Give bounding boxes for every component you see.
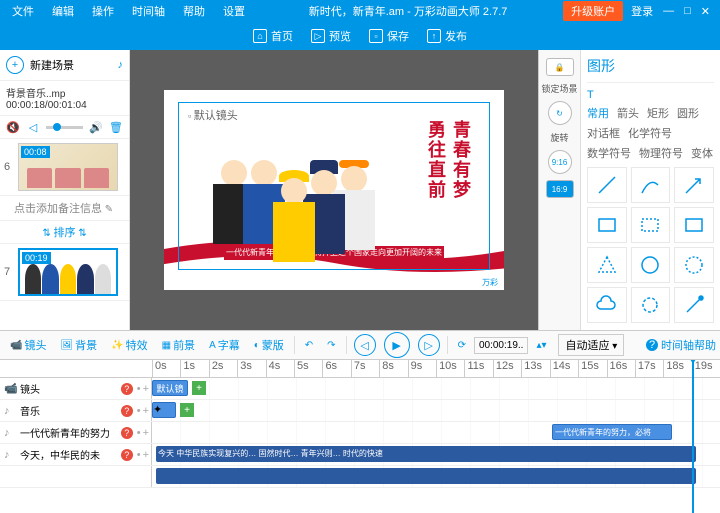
prev-frame-icon[interactable]: ◁ xyxy=(354,334,376,356)
home-icon: ⌂ xyxy=(253,29,267,43)
cat-rect[interactable]: 矩形 xyxy=(647,105,669,121)
lens-label: ▫ 默认镜头 xyxy=(184,106,242,124)
menu-timeline[interactable]: 时间轴 xyxy=(124,0,173,22)
rotate-label: 旋转 xyxy=(550,131,568,144)
ratio-916-button[interactable]: 9:16 xyxy=(548,150,572,174)
undo-icon[interactable]: ↶ xyxy=(299,336,319,355)
logo: 万彩 xyxy=(482,277,498,288)
main-menu: 文件 编辑 操作 时间轴 帮助 设置 xyxy=(4,0,253,22)
add-lens-icon[interactable]: + xyxy=(192,381,206,395)
minimize-icon[interactable]: — xyxy=(663,5,674,18)
add-note-link[interactable]: 点击添加备注信息 ✎ xyxy=(0,196,129,220)
shape-circle[interactable] xyxy=(631,247,671,283)
lock-scene-icon[interactable]: 🔒 xyxy=(546,58,574,76)
shape-arrow[interactable] xyxy=(674,167,714,203)
shapes-panel-title: 图形 xyxy=(587,56,714,76)
cat-phys[interactable]: 物理符号 xyxy=(639,145,683,161)
add-music-icon[interactable]: + xyxy=(180,403,194,417)
sort-button[interactable]: ⇅ 排序 ⇅ xyxy=(0,220,129,244)
track-music: ♪音乐?•+ ✦+ xyxy=(0,400,720,422)
camera-icon: 📹 xyxy=(4,382,16,395)
volume-slider[interactable] xyxy=(46,126,83,129)
help-badge-icon[interactable]: ? xyxy=(121,383,133,395)
bg-music-info[interactable]: 背景音乐..mp 00:00:18/00:01:04 xyxy=(0,81,129,116)
menu-file[interactable]: 文件 xyxy=(4,0,42,22)
tab-mask[interactable]: ◐蒙版 xyxy=(248,333,290,357)
home-button[interactable]: ⌂首页 xyxy=(253,28,293,44)
lens-clip[interactable]: 默认镜 xyxy=(152,380,188,396)
shape-cloud[interactable] xyxy=(587,287,627,323)
play-icon[interactable]: ▶ xyxy=(384,332,410,358)
save-icon: ▫ xyxy=(369,29,383,43)
delete-music-icon[interactable]: 🗑 xyxy=(109,120,123,134)
audio-clip-3[interactable] xyxy=(156,468,696,484)
scene-options-icon[interactable]: ♪ xyxy=(118,59,124,71)
shape-rect[interactable] xyxy=(587,207,627,243)
preview-icon: ▷ xyxy=(311,29,325,43)
shape-triangle[interactable] xyxy=(587,247,627,283)
menu-help[interactable]: 帮助 xyxy=(175,0,213,22)
track-audio2: ♪今天，中华民的未?•+ 今天 中华民族实现复兴的… 固然时代… 青年兴则… 时… xyxy=(0,444,720,466)
menu-edit[interactable]: 编辑 xyxy=(44,0,82,22)
shape-line[interactable] xyxy=(587,167,627,203)
close-icon[interactable]: ✕ xyxy=(701,5,710,18)
canvas-area[interactable]: 青春有梦 勇往直前 一代代新青年的努力，必将捍卫这个国家走向更加开阔的未来 ▫ … xyxy=(130,50,538,330)
tab-bg[interactable]: 🖼背景 xyxy=(54,333,103,357)
scene-thumb-6[interactable]: 6 00:08 xyxy=(0,139,129,196)
upgrade-button[interactable]: 升级账户 xyxy=(563,1,623,21)
playhead[interactable] xyxy=(692,360,694,513)
shape-star[interactable] xyxy=(631,287,671,323)
tab-fx[interactable]: ✨特效 xyxy=(105,333,153,357)
preview-button[interactable]: ▷预览 xyxy=(311,28,351,44)
login-button[interactable]: 登录 xyxy=(631,3,653,19)
rotate-icon[interactable]: ↻ xyxy=(548,101,572,125)
next-frame-icon[interactable]: ▷ xyxy=(418,334,440,356)
cat-chem[interactable]: 化学符号 xyxy=(628,125,672,141)
ratio-169-button[interactable]: 16:9 xyxy=(546,180,574,198)
scene-thumb-7[interactable]: 7 00:19 xyxy=(0,244,129,301)
timeline-ruler[interactable]: 0s1s2s3s4s5s6s7s8s9s10s11s12s13s14s15s16… xyxy=(0,360,720,378)
new-scene-button[interactable]: 新建场景 xyxy=(30,57,74,73)
vol-icon[interactable]: 🔊 xyxy=(89,120,103,134)
shape-dashed-circle[interactable] xyxy=(674,247,714,283)
mute-icon[interactable]: 🔇 xyxy=(6,120,20,134)
cat-variant[interactable]: 变体 xyxy=(691,145,713,161)
music-clip[interactable]: ✦ xyxy=(152,402,176,418)
shape-dashed-rect[interactable] xyxy=(631,207,671,243)
time-display[interactable]: 00:00:19.. xyxy=(474,337,528,354)
music-icon: ♪ xyxy=(4,405,16,417)
tab-fg[interactable]: ▦前景 xyxy=(156,333,201,357)
shape-rect2[interactable] xyxy=(674,207,714,243)
tab-lens[interactable]: 📹镜头 xyxy=(4,333,52,357)
audio-clip-1[interactable]: 一代代新青年的努力，必将 xyxy=(552,424,672,440)
audio-clip-2[interactable]: 今天 中华民族实现复兴的… 固然时代… 青年兴则… 时代的快速 xyxy=(156,446,696,462)
cat-dialog[interactable]: 对话框 xyxy=(587,125,620,141)
publish-button[interactable]: ↑发布 xyxy=(427,28,467,44)
track-audio1: ♪一代代新青年的努力?•+ 一代代新青年的努力，必将 xyxy=(0,422,720,444)
loop-icon[interactable]: ⟳ xyxy=(452,336,472,355)
shape-categories: 常用 箭头 矩形 圆形 对话框 化学符号 数学符号 物理符号 变体 xyxy=(587,105,714,161)
menu-action[interactable]: 操作 xyxy=(84,0,122,22)
lock-label: 锁定场景 xyxy=(541,82,577,95)
maximize-icon[interactable]: □ xyxy=(684,5,691,18)
prev-icon[interactable]: ◁ xyxy=(26,120,40,134)
timeline-help-link[interactable]: ?时间轴帮助 xyxy=(646,337,716,353)
shape-curve[interactable] xyxy=(631,167,671,203)
add-scene-icon[interactable]: + xyxy=(6,56,24,74)
time-up-icon[interactable]: ▴▾ xyxy=(530,336,552,355)
menu-settings[interactable]: 设置 xyxy=(215,0,253,22)
tab-subtitle[interactable]: A字幕 xyxy=(203,333,246,357)
save-button[interactable]: ▫保存 xyxy=(369,28,409,44)
cat-circle[interactable]: 圆形 xyxy=(677,105,699,121)
auto-fit-select[interactable]: 自动适应 ▾ xyxy=(558,334,624,356)
publish-icon: ↑ xyxy=(427,29,441,43)
cat-math[interactable]: 数学符号 xyxy=(587,145,631,161)
cat-common[interactable]: 常用 xyxy=(587,105,609,121)
redo-icon[interactable]: ↷ xyxy=(321,336,341,355)
shape-check[interactable] xyxy=(674,287,714,323)
window-title: 新时代，新青年.am - 万彩动画大师 2.7.7 xyxy=(253,3,563,19)
track-lens: 📹镜头?•+ 默认镜+ xyxy=(0,378,720,400)
cat-arrow[interactable]: 箭头 xyxy=(617,105,639,121)
